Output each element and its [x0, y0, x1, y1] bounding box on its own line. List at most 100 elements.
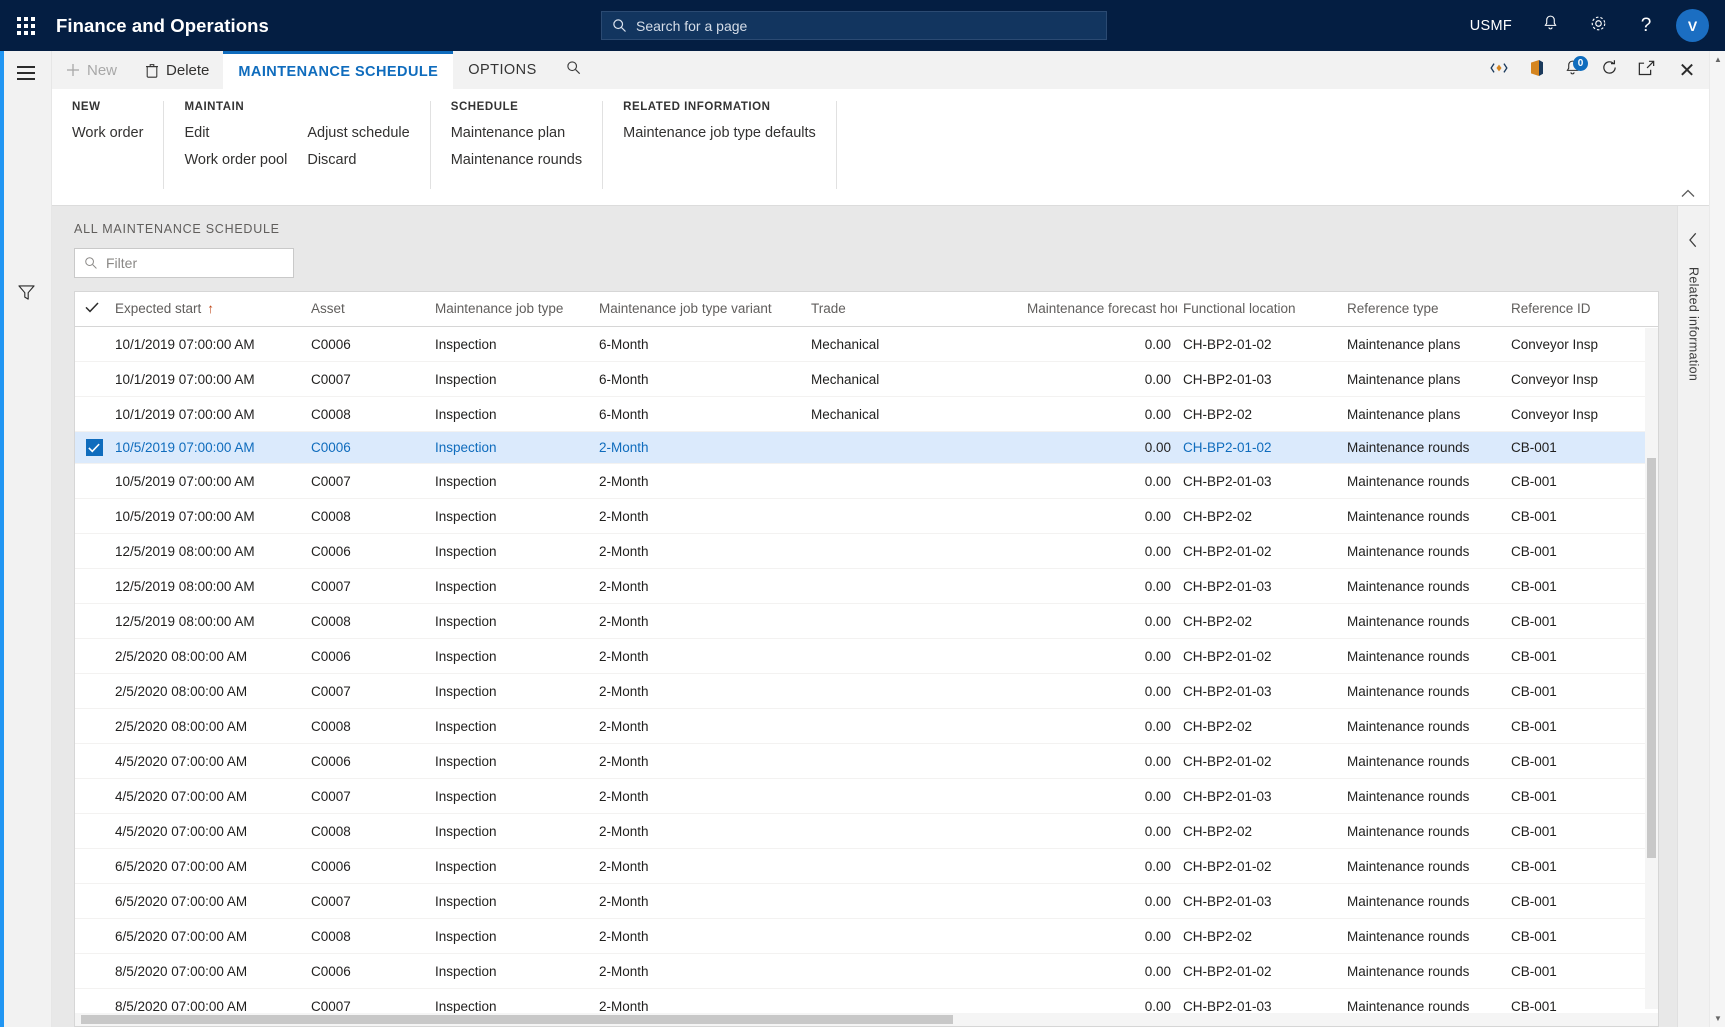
grid-vertical-scroll-thumb[interactable]: [1647, 458, 1656, 858]
cell-reference_id[interactable]: CB-001: [1505, 918, 1658, 954]
cell-reference_id[interactable]: CB-001: [1505, 431, 1658, 464]
row-checkbox[interactable]: [86, 334, 103, 351]
cell-forecast_hours[interactable]: 0.00: [1021, 918, 1177, 954]
cell-job_type_variant[interactable]: 2-Month: [593, 708, 805, 744]
cell-reference_type[interactable]: Maintenance rounds: [1341, 603, 1505, 639]
grid-vertical-scrollbar[interactable]: [1645, 328, 1658, 1009]
cell-reference_type[interactable]: Maintenance rounds: [1341, 498, 1505, 534]
scroll-up-arrow[interactable]: ▲: [1710, 51, 1725, 68]
cell-trade[interactable]: [805, 953, 1021, 989]
cell-functional_location[interactable]: CH-BP2-02: [1177, 396, 1341, 432]
cell-functional_location[interactable]: CH-BP2-01-03: [1177, 568, 1341, 604]
cell-reference_type[interactable]: Maintenance rounds: [1341, 883, 1505, 919]
table-row[interactable]: 12/5/2019 08:00:00 AM C0007 Inspection 2-Mo…: [75, 568, 1658, 604]
table-row[interactable]: 2/5/2020 08:00:00 AM C0006 Inspection 2-Mon…: [75, 638, 1658, 674]
share-button[interactable]: [1480, 51, 1517, 89]
cell-expected_start[interactable]: 10/1/2019 07:00:00 AM: [109, 361, 305, 397]
row-select-cell[interactable]: [75, 708, 109, 744]
table-row[interactable]: 10/5/2019 07:00:00 AM C0006 Inspection 2-Mo…: [75, 431, 1658, 464]
cell-forecast_hours[interactable]: 0.00: [1021, 568, 1177, 604]
cell-expected_start[interactable]: 12/5/2019 08:00:00 AM: [109, 603, 305, 639]
cell-reference_id[interactable]: CB-001: [1505, 988, 1658, 1013]
cell-forecast_hours[interactable]: 0.00: [1021, 431, 1177, 464]
nav-menu-button[interactable]: [0, 51, 52, 95]
office-apps-button[interactable]: [1517, 51, 1554, 89]
cell-reference_id[interactable]: Conveyor Insp: [1505, 396, 1658, 432]
cell-reference_type[interactable]: Maintenance rounds: [1341, 533, 1505, 569]
ribbon-item-adjust-schedule[interactable]: Adjust schedule: [307, 125, 409, 142]
table-row[interactable]: 4/5/2020 07:00:00 AM C0007 Inspection 2-Mon…: [75, 778, 1658, 814]
cell-asset[interactable]: C0006: [305, 848, 429, 884]
cell-job_type_variant[interactable]: 2-Month: [593, 638, 805, 674]
cell-reference_id[interactable]: CB-001: [1505, 708, 1658, 744]
ribbon-item-maintenance-job-type-defaults[interactable]: Maintenance job type defaults: [623, 125, 816, 142]
cell-job_type_variant[interactable]: 2-Month: [593, 533, 805, 569]
company-selector[interactable]: USMF: [1456, 18, 1526, 34]
table-row[interactable]: 6/5/2020 07:00:00 AM C0006 Inspection 2-Mon…: [75, 848, 1658, 884]
row-select-cell[interactable]: [75, 533, 109, 569]
cell-asset[interactable]: C0006: [305, 638, 429, 674]
row-select-cell[interactable]: [75, 673, 109, 709]
column-header-maintenance-forecast-hours[interactable]: Maintenance forecast hours: [1021, 292, 1194, 327]
cell-reference_type[interactable]: Maintenance rounds: [1341, 708, 1505, 744]
column-header-maintenance-job-type-variant[interactable]: Maintenance job type variant: [593, 292, 805, 327]
table-row[interactable]: 4/5/2020 07:00:00 AM C0008 Inspection 2-Mon…: [75, 813, 1658, 849]
cell-asset[interactable]: C0008: [305, 813, 429, 849]
grid-filter-input[interactable]: [106, 255, 284, 271]
cell-asset[interactable]: C0008: [305, 396, 429, 432]
cell-job_type_variant[interactable]: 2-Month: [593, 848, 805, 884]
cell-reference_type[interactable]: Maintenance plans: [1341, 396, 1505, 432]
cell-expected_start[interactable]: 8/5/2020 07:00:00 AM: [109, 988, 305, 1013]
cell-job_type[interactable]: Inspection: [429, 431, 593, 464]
ribbon-item-work-order-pool[interactable]: Work order pool: [184, 152, 287, 169]
cell-job_type[interactable]: Inspection: [429, 813, 593, 849]
cell-asset[interactable]: C0008: [305, 708, 429, 744]
row-select-cell[interactable]: [75, 463, 109, 499]
cell-trade[interactable]: [805, 568, 1021, 604]
cell-job_type_variant[interactable]: 6-Month: [593, 396, 805, 432]
row-checkbox[interactable]: [86, 751, 103, 768]
cell-trade[interactable]: Mechanical: [805, 361, 1021, 397]
cell-forecast_hours[interactable]: 0.00: [1021, 883, 1177, 919]
cell-job_type_variant[interactable]: 2-Month: [593, 498, 805, 534]
row-select-cell[interactable]: [75, 638, 109, 674]
cell-reference_type[interactable]: Maintenance rounds: [1341, 778, 1505, 814]
row-checkbox[interactable]: [86, 856, 103, 873]
cell-job_type_variant[interactable]: 2-Month: [593, 743, 805, 779]
cell-trade[interactable]: [805, 431, 1021, 464]
cell-asset[interactable]: C0006: [305, 953, 429, 989]
expand-related-information-button[interactable]: [1688, 232, 1699, 253]
cell-forecast_hours[interactable]: 0.00: [1021, 533, 1177, 569]
cell-forecast_hours[interactable]: 0.00: [1021, 396, 1177, 432]
row-select-cell[interactable]: [75, 813, 109, 849]
cell-expected_start[interactable]: 10/1/2019 07:00:00 AM: [109, 396, 305, 432]
cell-expected_start[interactable]: 8/5/2020 07:00:00 AM: [109, 953, 305, 989]
cell-functional_location[interactable]: CH-BP2-02: [1177, 708, 1341, 744]
user-avatar[interactable]: V: [1676, 9, 1709, 42]
cell-reference_id[interactable]: CB-001: [1505, 498, 1658, 534]
cell-forecast_hours[interactable]: 0.00: [1021, 498, 1177, 534]
table-row[interactable]: 2/5/2020 08:00:00 AM C0008 Inspection 2-Mon…: [75, 708, 1658, 744]
cell-trade[interactable]: [805, 848, 1021, 884]
column-header-functional-location[interactable]: Functional location: [1177, 292, 1341, 327]
cell-expected_start[interactable]: 4/5/2020 07:00:00 AM: [109, 813, 305, 849]
cell-expected_start[interactable]: 12/5/2019 08:00:00 AM: [109, 568, 305, 604]
cell-functional_location[interactable]: CH-BP2-01-02: [1177, 431, 1341, 464]
row-checkbox-checked[interactable]: [85, 439, 103, 456]
cell-job_type_variant[interactable]: 2-Month: [593, 953, 805, 989]
cell-trade[interactable]: [805, 988, 1021, 1013]
row-checkbox[interactable]: [86, 576, 103, 593]
cell-expected_start[interactable]: 10/1/2019 07:00:00 AM: [109, 326, 305, 362]
new-button[interactable]: New: [52, 51, 131, 89]
column-header-trade[interactable]: Trade: [805, 292, 1021, 327]
cell-reference_type[interactable]: Maintenance rounds: [1341, 813, 1505, 849]
cell-asset[interactable]: C0006: [305, 743, 429, 779]
cell-job_type_variant[interactable]: 2-Month: [593, 463, 805, 499]
cell-expected_start[interactable]: 12/5/2019 08:00:00 AM: [109, 533, 305, 569]
cell-reference_id[interactable]: CB-001: [1505, 463, 1658, 499]
table-row[interactable]: 10/5/2019 07:00:00 AM C0007 Inspection 2-Mo…: [75, 463, 1658, 499]
cell-reference_id[interactable]: CB-001: [1505, 568, 1658, 604]
cell-trade[interactable]: [805, 883, 1021, 919]
cell-trade[interactable]: [805, 778, 1021, 814]
cell-job_type[interactable]: Inspection: [429, 673, 593, 709]
